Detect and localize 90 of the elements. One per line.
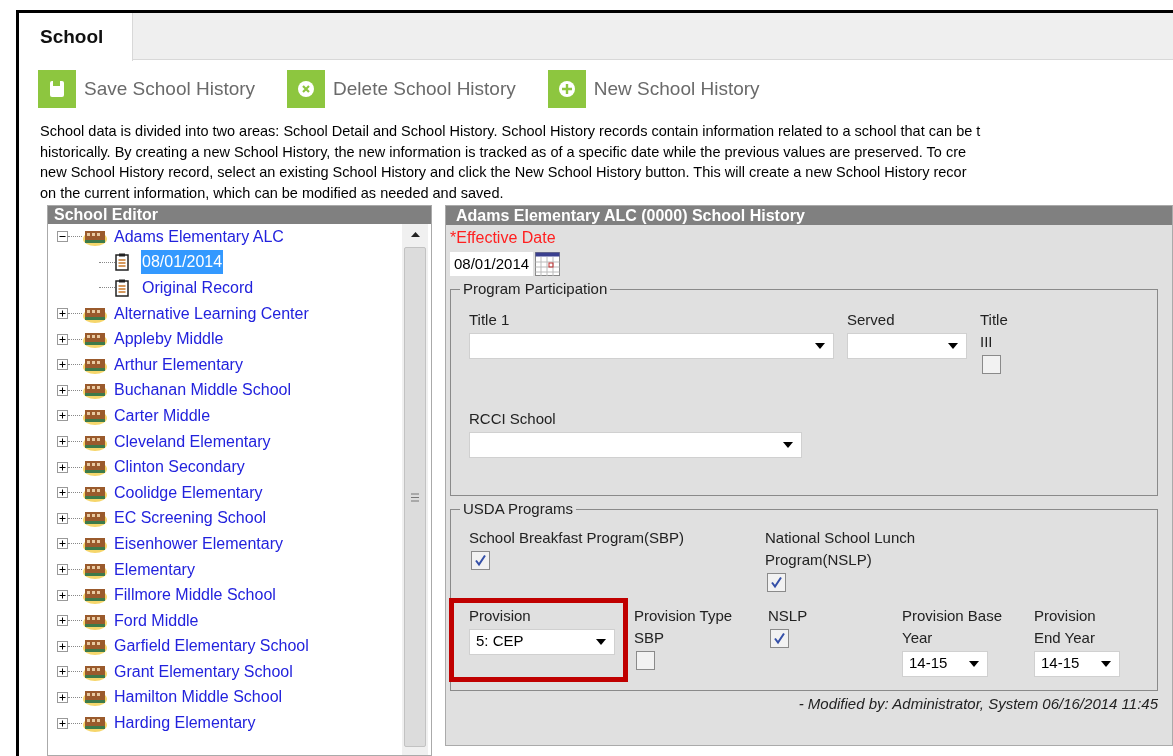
field-label: School Breakfast Program(SBP) bbox=[469, 527, 686, 548]
save-icon bbox=[38, 70, 76, 108]
school-tree-item[interactable]: Ford Middle bbox=[114, 608, 199, 633]
school-tree-item[interactable]: Arthur Elementary bbox=[114, 352, 243, 377]
school-tree-item[interactable]: Elementary bbox=[114, 557, 195, 582]
school-tree-item[interactable]: Eisenhower Elementary bbox=[114, 531, 283, 556]
collapse-icon[interactable] bbox=[57, 231, 68, 243]
expand-icon[interactable] bbox=[57, 564, 68, 575]
expand-icon[interactable] bbox=[57, 436, 68, 448]
expand-icon[interactable] bbox=[57, 512, 68, 524]
checkbox[interactable] bbox=[982, 354, 1001, 374]
expand-icon[interactable] bbox=[57, 589, 68, 601]
tab[interactable]: School bbox=[19, 13, 133, 61]
school-tree-item[interactable]: Hamilton Middle School bbox=[114, 685, 283, 710]
check-icon bbox=[474, 553, 487, 567]
expand-icon[interactable] bbox=[57, 615, 68, 627]
school-tree-item[interactable]: Carter Middle bbox=[114, 403, 211, 428]
description-line: on the current information, which can be modified as needed and saved. bbox=[40, 183, 505, 203]
scrollbar-thumb[interactable] bbox=[404, 247, 426, 747]
expand-icon[interactable] bbox=[57, 640, 68, 652]
field-label: Served bbox=[847, 309, 896, 330]
scroll-up-icon[interactable] bbox=[410, 232, 420, 237]
fieldset-legend: Program Participation bbox=[460, 278, 611, 301]
checkbox[interactable] bbox=[770, 628, 789, 648]
clipboard-icon bbox=[115, 279, 129, 297]
school-tree-item[interactable]: Garfield Elementary School bbox=[114, 634, 309, 659]
grip-icon bbox=[411, 492, 419, 502]
field-label: NSLP bbox=[768, 605, 809, 626]
caret-icon bbox=[948, 342, 958, 349]
dropdown[interactable]: 14-15 bbox=[902, 650, 988, 677]
field-label: Provision bbox=[469, 605, 532, 626]
caret-icon bbox=[596, 638, 606, 645]
school-tree-item[interactable]: Grant Elementary School bbox=[114, 659, 293, 684]
date-field[interactable]: 08/01/2014 bbox=[450, 252, 534, 276]
expand-icon[interactable] bbox=[57, 461, 68, 473]
field-label: RCCI School bbox=[469, 408, 557, 429]
school-tree-item[interactable]: Harding Elementary bbox=[114, 711, 256, 736]
school-tree-item[interactable]: Buchanan Middle School bbox=[114, 378, 291, 403]
field-label: *Effective Date bbox=[450, 228, 557, 248]
caret-icon bbox=[815, 342, 825, 349]
panel-header: School Editor bbox=[48, 206, 431, 224]
expand-icon[interactable] bbox=[57, 384, 68, 396]
add-icon bbox=[547, 70, 586, 108]
modified-by-text: - Modified by: Administrator, System 06/16/2014 11:45 bbox=[798, 693, 1158, 714]
expand-icon[interactable] bbox=[57, 692, 68, 703]
calendar-icon[interactable] bbox=[535, 252, 561, 276]
checkbox[interactable] bbox=[471, 550, 490, 570]
fieldset-legend: USDA Programs bbox=[460, 498, 577, 521]
dropdown[interactable]: 14-15 bbox=[1034, 650, 1120, 677]
dropdown[interactable]: 5: CEP bbox=[469, 628, 615, 655]
school-tree-item[interactable]: Coolidge Elementary bbox=[114, 480, 263, 505]
school-tree-item[interactable]: Adams Elementary ALC bbox=[114, 224, 284, 249]
expand-icon[interactable] bbox=[57, 717, 68, 729]
school-tree-item[interactable]: Alternative Learning Center bbox=[114, 301, 309, 326]
toolbar-button[interactable]: New School History bbox=[547, 70, 760, 108]
caret-icon bbox=[969, 660, 979, 667]
clipboard-icon bbox=[115, 253, 129, 272]
expand-icon[interactable] bbox=[57, 308, 68, 320]
expand-icon[interactable] bbox=[57, 487, 68, 499]
expand-icon[interactable] bbox=[57, 538, 68, 550]
expand-icon[interactable] bbox=[57, 333, 68, 345]
school-tree-item[interactable]: Fillmore Middle School bbox=[114, 583, 276, 608]
field-label: Title III bbox=[980, 309, 1009, 352]
panel-header: Adams Elementary ALC (0000) School History bbox=[446, 206, 1172, 225]
field-label: Provision Type SBP bbox=[634, 605, 734, 648]
expand-icon[interactable] bbox=[57, 359, 68, 371]
school-tree-item[interactable]: EC Screening School bbox=[114, 506, 267, 531]
checkbox[interactable] bbox=[636, 650, 655, 670]
delete-icon bbox=[287, 70, 326, 108]
check-icon bbox=[773, 631, 786, 645]
history-record-item[interactable]: Original Record bbox=[142, 276, 254, 300]
description-line: School data is divided into two areas: School Detail and School History. School History records contain information related to a school that can be t bbox=[40, 122, 982, 141]
school-tree-item[interactable]: Cleveland Elementary bbox=[114, 429, 271, 454]
field-label: National School Lunch Program(NSLP) bbox=[765, 527, 917, 570]
field-label: Provision End Year bbox=[1034, 605, 1097, 648]
school-tree-item[interactable]: Appleby Middle bbox=[114, 327, 224, 352]
toolbar-button[interactable]: Save School History bbox=[38, 70, 256, 108]
scrollbar[interactable] bbox=[402, 224, 428, 755]
field-label: Provision Base Year bbox=[902, 605, 1004, 648]
expand-icon[interactable] bbox=[57, 666, 68, 678]
caret-icon bbox=[783, 441, 793, 448]
caret-icon bbox=[1101, 660, 1111, 667]
school-tree-item[interactable]: Clinton Secondary bbox=[114, 455, 245, 480]
description-line: historically. By creating a new School History, the new information is tracked as of a specific date while the previous values are preserved. To cre bbox=[40, 142, 968, 162]
checkbox[interactable] bbox=[767, 572, 786, 592]
check-icon bbox=[770, 575, 783, 589]
toolbar-button[interactable]: Delete School History bbox=[287, 70, 516, 108]
description-line: new School History record, select an existing School History and click the New School History button. This will create a new School History recor bbox=[40, 163, 968, 182]
field-label: Title 1 bbox=[469, 309, 511, 330]
expand-icon[interactable] bbox=[57, 410, 68, 422]
